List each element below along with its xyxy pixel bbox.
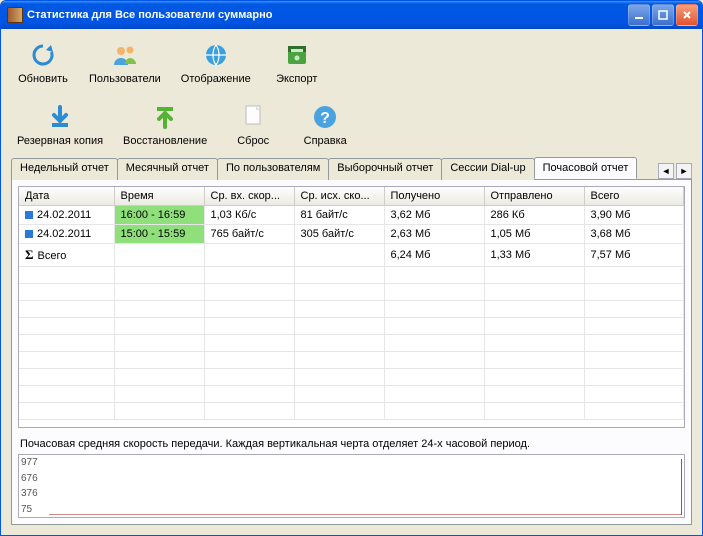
close-button[interactable] (676, 4, 698, 26)
restore-label: Восстановление (123, 135, 207, 147)
backup-label: Резервная копия (17, 135, 103, 147)
chart-baseline (49, 514, 682, 515)
svg-text:?: ? (320, 110, 330, 127)
display-button[interactable]: Отображение (177, 37, 255, 87)
tab-weekly[interactable]: Недельный отчет (11, 158, 118, 180)
col-total[interactable]: Всего (584, 187, 684, 206)
cell-total: 3,90 Мб (584, 206, 684, 225)
reset-icon (237, 101, 269, 133)
display-icon (200, 39, 232, 71)
row-marker-icon (25, 211, 33, 219)
cell-total-sent: 1,33 Мб (484, 244, 584, 267)
table-row-total[interactable]: Σ Всего 6,24 Мб 1,33 Мб 7,57 Мб (19, 244, 684, 267)
chart-ylabel: 376 (21, 488, 38, 499)
client-area: Обновить Пользователи Отображение Экспор… (1, 29, 702, 535)
tabs-scroll-right[interactable]: ► (676, 163, 692, 179)
speed-chart: 977 676 376 75 (18, 454, 685, 518)
row-marker-icon (25, 230, 33, 238)
tab-dialup[interactable]: Сессии Dial-up (441, 158, 534, 180)
cell-avg-in: 765 байт/с (204, 225, 294, 244)
cell-total-total: 7,57 Мб (584, 244, 684, 267)
cell-date: 24.02.2011 (37, 228, 91, 240)
help-label: Справка (304, 135, 347, 147)
chart-ylabel: 676 (21, 473, 38, 484)
cell-total-label: Всего (38, 250, 67, 262)
cell-time: 16:00 - 16:59 (114, 206, 204, 225)
backup-button[interactable]: Резервная копия (13, 99, 107, 149)
refresh-label: Обновить (18, 73, 68, 85)
help-icon: ? (309, 101, 341, 133)
reset-button[interactable]: Сброс (223, 99, 283, 149)
col-time[interactable]: Время (114, 187, 204, 206)
table-row[interactable]: 24.02.2011 15:00 - 15:59 765 байт/с 305 … (19, 225, 684, 244)
help-button[interactable]: ? Справка (295, 99, 355, 149)
reset-label: Сброс (237, 135, 269, 147)
tab-panel: Дата Время Ср. вх. скор... Ср. исх. ско.… (11, 179, 692, 525)
cell-sent: 286 Кб (484, 206, 584, 225)
tab-custom[interactable]: Выборочный отчет (328, 158, 442, 180)
minimize-button[interactable] (628, 4, 650, 26)
cell-avg-out: 81 байт/с (294, 206, 384, 225)
restore-button[interactable]: Восстановление (119, 99, 211, 149)
data-grid[interactable]: Дата Время Ср. вх. скор... Ср. исх. ско.… (18, 186, 685, 428)
sigma-icon: Σ (25, 247, 34, 262)
cell-total: 3,68 Мб (584, 225, 684, 244)
col-received[interactable]: Получено (384, 187, 484, 206)
table-row[interactable]: 24.02.2011 16:00 - 16:59 1,03 Кб/с 81 ба… (19, 206, 684, 225)
restore-icon (149, 101, 181, 133)
cell-avg-in: 1,03 Кб/с (204, 206, 294, 225)
tab-by-user[interactable]: По пользователям (217, 158, 329, 180)
users-label: Пользователи (89, 73, 161, 85)
maximize-button[interactable] (652, 4, 674, 26)
cell-total-received: 6,24 Мб (384, 244, 484, 267)
tabs-scroll-left[interactable]: ◄ (658, 163, 674, 179)
users-icon (109, 39, 141, 71)
refresh-button[interactable]: Обновить (13, 37, 73, 87)
tab-hourly[interactable]: Почасовой отчет (534, 157, 638, 179)
refresh-icon (27, 39, 59, 71)
tabs: Недельный отчет Месячный отчет По пользо… (11, 157, 652, 179)
chart-ylabel: 977 (21, 457, 38, 468)
cell-sent: 1,05 Мб (484, 225, 584, 244)
tab-monthly[interactable]: Месячный отчет (117, 158, 218, 180)
export-icon (281, 39, 313, 71)
cell-time: 15:00 - 15:59 (114, 225, 204, 244)
cell-avg-out: 305 байт/с (294, 225, 384, 244)
grid-header[interactable]: Дата Время Ср. вх. скор... Ср. исх. ско.… (19, 187, 684, 206)
col-avg-out[interactable]: Ср. исх. ско... (294, 187, 384, 206)
chart-spike (681, 459, 682, 515)
cell-received: 3,62 Мб (384, 206, 484, 225)
window-title: Статистика для Все пользователи суммарно (27, 9, 628, 21)
export-label: Экспорт (276, 73, 317, 85)
col-avg-in[interactable]: Ср. вх. скор... (204, 187, 294, 206)
chart-ylabel: 75 (21, 504, 38, 515)
col-sent[interactable]: Отправлено (484, 187, 584, 206)
chart-caption: Почасовая средняя скорость передачи. Каж… (20, 438, 685, 450)
export-button[interactable]: Экспорт (267, 37, 327, 87)
users-button[interactable]: Пользователи (85, 37, 165, 87)
backup-icon (44, 101, 76, 133)
col-date[interactable]: Дата (19, 187, 114, 206)
app-icon (7, 7, 23, 23)
toolbar: Обновить Пользователи Отображение Экспор… (11, 35, 692, 153)
cell-received: 2,63 Мб (384, 225, 484, 244)
titlebar: Статистика для Все пользователи суммарно (1, 1, 702, 29)
cell-date: 24.02.2011 (37, 209, 91, 221)
app-window: Статистика для Все пользователи суммарно… (0, 0, 703, 536)
display-label: Отображение (181, 73, 251, 85)
